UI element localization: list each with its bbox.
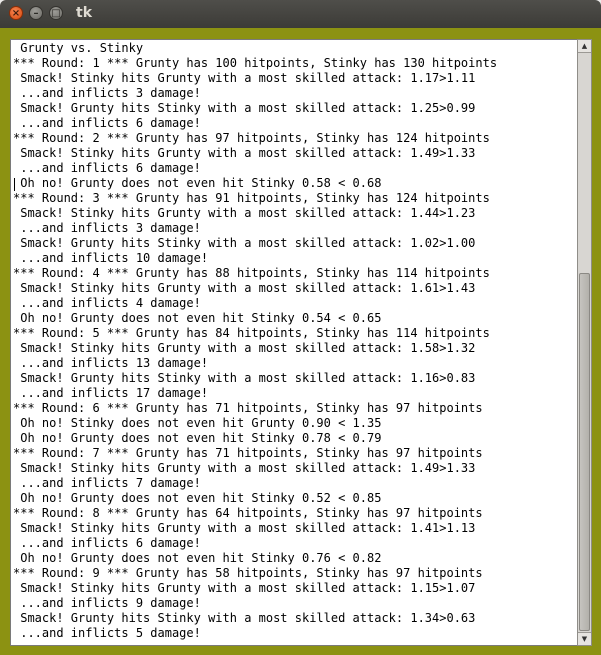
- minimize-icon[interactable]: –: [29, 6, 43, 20]
- log-line: Smack! Grunty hits Stinky with a most sk…: [13, 101, 476, 115]
- log-line: Smack! Stinky hits Grunty with a most sk…: [13, 461, 476, 475]
- scroll-down-icon[interactable]: ▼: [578, 632, 591, 645]
- log-line: ...and inflicts 6 damage!: [13, 116, 201, 130]
- round-header-line: *** Round: 9 *** Grunty has 58 hitpoints…: [13, 566, 483, 580]
- round-header-line: *** Round: 1 *** Grunty has 100 hitpoint…: [13, 56, 498, 70]
- round-header-line: *** Round: 2 *** Grunty has 97 hitpoints…: [13, 131, 490, 145]
- log-lines: Grunty vs. Stinky *** Round: 1 *** Grunty…: [13, 41, 497, 641]
- log-line: Smack! Stinky hits Grunty with a most sk…: [13, 341, 476, 355]
- app-window: × – □ tk Grunty vs. Stinky *** Round: 1 *…: [0, 0, 601, 655]
- log-line: Grunty vs. Stinky: [13, 41, 144, 55]
- log-line: Smack! Grunty hits Stinky with a most sk…: [13, 236, 476, 250]
- log-line: Smack! Stinky hits Grunty with a most sk…: [13, 146, 476, 160]
- round-header-line: *** Round: 3 *** Grunty has 91 hitpoints…: [13, 191, 490, 205]
- close-icon[interactable]: ×: [9, 6, 23, 20]
- log-line: ...and inflicts 10 damage!: [13, 251, 209, 265]
- log-line: Smack! Stinky hits Grunty with a most sk…: [13, 206, 476, 220]
- log-line: ...and inflicts 6 damage!: [13, 161, 201, 175]
- log-line: Smack! Grunty hits Stinky with a most sk…: [13, 611, 476, 625]
- log-line: ...and inflicts 5 damage!: [13, 626, 201, 640]
- log-line: Smack! Stinky hits Grunty with a most sk…: [13, 521, 476, 535]
- log-text-area[interactable]: Grunty vs. Stinky *** Round: 1 *** Grunty…: [10, 39, 578, 646]
- round-header-line: *** Round: 4 *** Grunty has 88 hitpoints…: [13, 266, 490, 280]
- log-line: ...and inflicts 17 damage!: [13, 386, 209, 400]
- log-line: Oh no! Grunty does not even hit Stinky 0…: [13, 311, 382, 325]
- log-line: ...and inflicts 9 damage!: [13, 596, 201, 610]
- maximize-icon[interactable]: □: [49, 6, 63, 20]
- title-bar[interactable]: × – □ tk: [0, 0, 601, 28]
- log-line: Oh no! Grunty does not even hit Stinky 0…: [13, 491, 382, 505]
- log-line: ...and inflicts 3 damage!: [13, 221, 201, 235]
- window-title: tk: [76, 5, 93, 21]
- round-header-line: *** Round: 7 *** Grunty has 71 hitpoints…: [13, 446, 483, 460]
- round-header-line: *** Round: 5 *** Grunty has 84 hitpoints…: [13, 326, 490, 340]
- log-line: Oh no! Grunty does not even hit Stinky 0…: [13, 176, 382, 190]
- vertical-scrollbar[interactable]: ▲ ▼: [577, 39, 592, 646]
- scroll-up-icon[interactable]: ▲: [578, 40, 591, 53]
- log-line: Oh no! Grunty does not even hit Stinky 0…: [13, 551, 382, 565]
- log-line: Smack! Stinky hits Grunty with a most sk…: [13, 581, 476, 595]
- log-line: Smack! Stinky hits Grunty with a most sk…: [13, 281, 476, 295]
- text-cursor: [14, 178, 15, 191]
- round-header-line: *** Round: 6 *** Grunty has 71 hitpoints…: [13, 401, 483, 415]
- log-line: ...and inflicts 13 damage!: [13, 356, 209, 370]
- log-line: ...and inflicts 4 damage!: [13, 296, 201, 310]
- round-header-line: *** Round: 8 *** Grunty has 64 hitpoints…: [13, 506, 483, 520]
- scroll-thumb[interactable]: [579, 273, 590, 631]
- log-line: Oh no! Stinky does not even hit Grunty 0…: [13, 416, 382, 430]
- log-line: Smack! Stinky hits Grunty with a most sk…: [13, 71, 476, 85]
- log-line: ...and inflicts 6 damage!: [13, 536, 201, 550]
- log-line: Oh no! Grunty does not even hit Stinky 0…: [13, 431, 382, 445]
- log-line: ...and inflicts 3 damage!: [13, 86, 201, 100]
- log-line: Smack! Grunty hits Stinky with a most sk…: [13, 371, 476, 385]
- log-line: ...and inflicts 7 damage!: [13, 476, 201, 490]
